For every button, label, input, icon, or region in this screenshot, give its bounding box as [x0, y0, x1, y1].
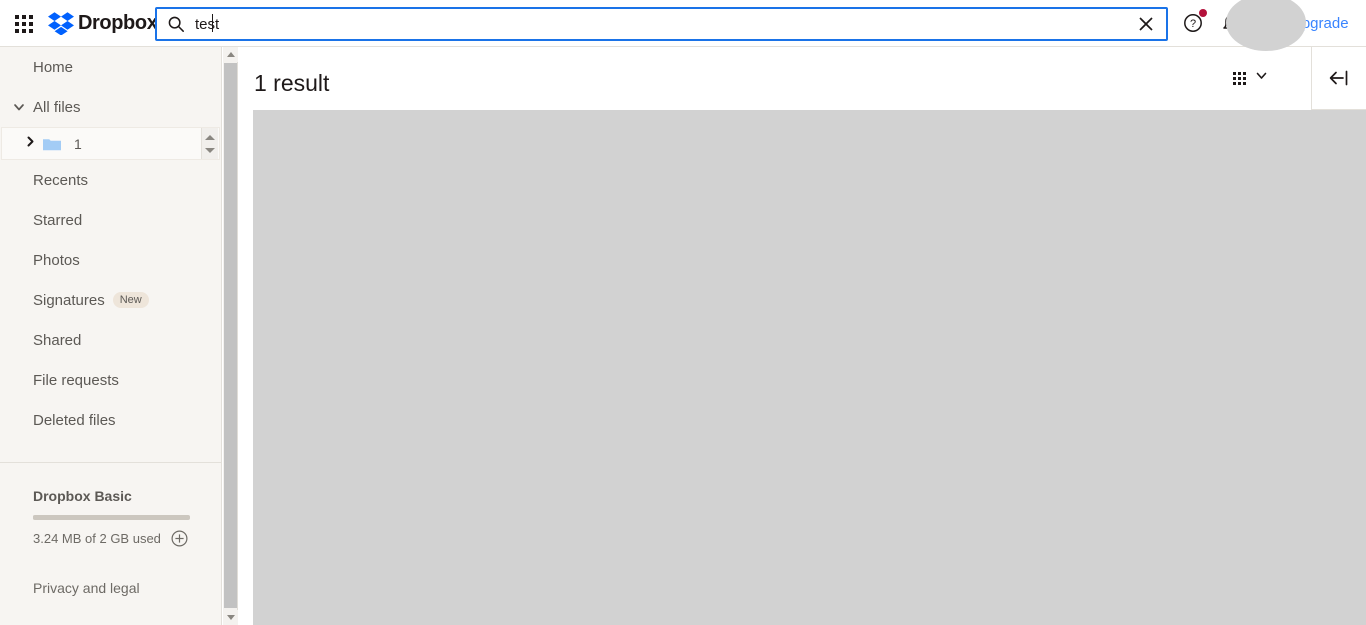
view-options-button[interactable] [1233, 69, 1268, 87]
scrollbar-down-button[interactable] [223, 610, 238, 625]
sidebar-item-deleted-files[interactable]: Deleted files [0, 400, 221, 440]
sidebar-item-label: Starred [33, 211, 83, 229]
triangle-up-icon[interactable] [205, 134, 215, 140]
sidebar-tree-item-label: 1 [74, 135, 82, 152]
sidebar-item-home[interactable]: Home [0, 47, 221, 87]
sidebar-item-label: Photos [33, 251, 80, 269]
chevron-down-icon [1255, 69, 1268, 87]
storage-usage-row: 3.24 MB of 2 GB used [33, 530, 221, 547]
sidebar-item-label: Shared [33, 331, 82, 349]
scrollbar-up-button[interactable] [223, 47, 238, 62]
grid-view-icon [1233, 71, 1246, 85]
close-icon [1139, 17, 1153, 31]
page-title: 1 result [254, 70, 330, 96]
sidebar-scrollbar[interactable] [223, 47, 238, 625]
tree-spinner-control[interactable] [201, 128, 218, 159]
sidebar-item-recents[interactable]: Recents [0, 160, 221, 200]
clear-search-button[interactable] [1126, 9, 1166, 39]
scrollbar-thumb[interactable] [224, 63, 237, 608]
avatar[interactable] [1226, 0, 1306, 51]
dropbox-wordmark: Dropbox [78, 12, 158, 34]
collapse-panel-button[interactable] [1311, 46, 1366, 110]
top-bar: Dropbox ? Upgrade [0, 0, 1366, 51]
sidebar-item-all-files[interactable]: All files [0, 87, 221, 127]
sidebar-tree-item-folder-1[interactable]: 1 [1, 127, 220, 160]
sidebar-item-file-requests[interactable]: File requests [0, 360, 221, 400]
main-content: 1 result [239, 46, 1366, 625]
sidebar-item-photos[interactable]: Photos [0, 240, 221, 280]
help-notification-dot-icon [1199, 9, 1207, 17]
dropbox-logo[interactable]: Dropbox [48, 11, 158, 35]
sidebar-item-shared[interactable]: Shared [0, 320, 221, 360]
search-input[interactable] [185, 10, 1126, 38]
sidebar-item-signatures[interactable]: Signatures New [0, 280, 221, 320]
svg-text:?: ? [1190, 18, 1196, 30]
sidebar-item-label: File requests [33, 371, 119, 389]
triangle-up-icon [226, 52, 235, 57]
chevron-down-icon [12, 100, 33, 114]
divider [0, 462, 221, 463]
sidebar-item-label: Signatures [33, 291, 105, 309]
sidebar-item-starred[interactable]: Starred [0, 200, 221, 240]
sidebar-item-label: Deleted files [33, 411, 116, 429]
storage-progress-bar [33, 515, 190, 520]
dropbox-mark-icon [48, 12, 74, 35]
search-results-placeholder [253, 110, 1366, 625]
triangle-down-icon [226, 615, 235, 620]
search-bar[interactable] [155, 7, 1168, 41]
status-badge: New [112, 292, 149, 308]
collapse-panel-left-icon [1329, 70, 1348, 85]
plan-name: Dropbox Basic [33, 488, 132, 504]
text-cursor [212, 14, 213, 32]
search-icon [168, 16, 184, 32]
privacy-and-legal-link[interactable]: Privacy and legal [33, 580, 221, 596]
storage-usage-text: 3.24 MB of 2 GB used [33, 531, 161, 546]
sidebar-item-label: Home [33, 58, 74, 76]
triangle-down-icon[interactable] [205, 147, 215, 153]
sidebar-item-label: All files [33, 98, 81, 116]
app-launcher-grid-icon[interactable] [12, 12, 36, 36]
sidebar: Home All files 1 Recents Starred Photos … [0, 47, 222, 625]
sidebar-item-label: Recents [33, 171, 89, 189]
chevron-right-icon [24, 135, 40, 153]
folder-icon [42, 136, 62, 152]
plus-circle-icon[interactable] [171, 530, 188, 547]
